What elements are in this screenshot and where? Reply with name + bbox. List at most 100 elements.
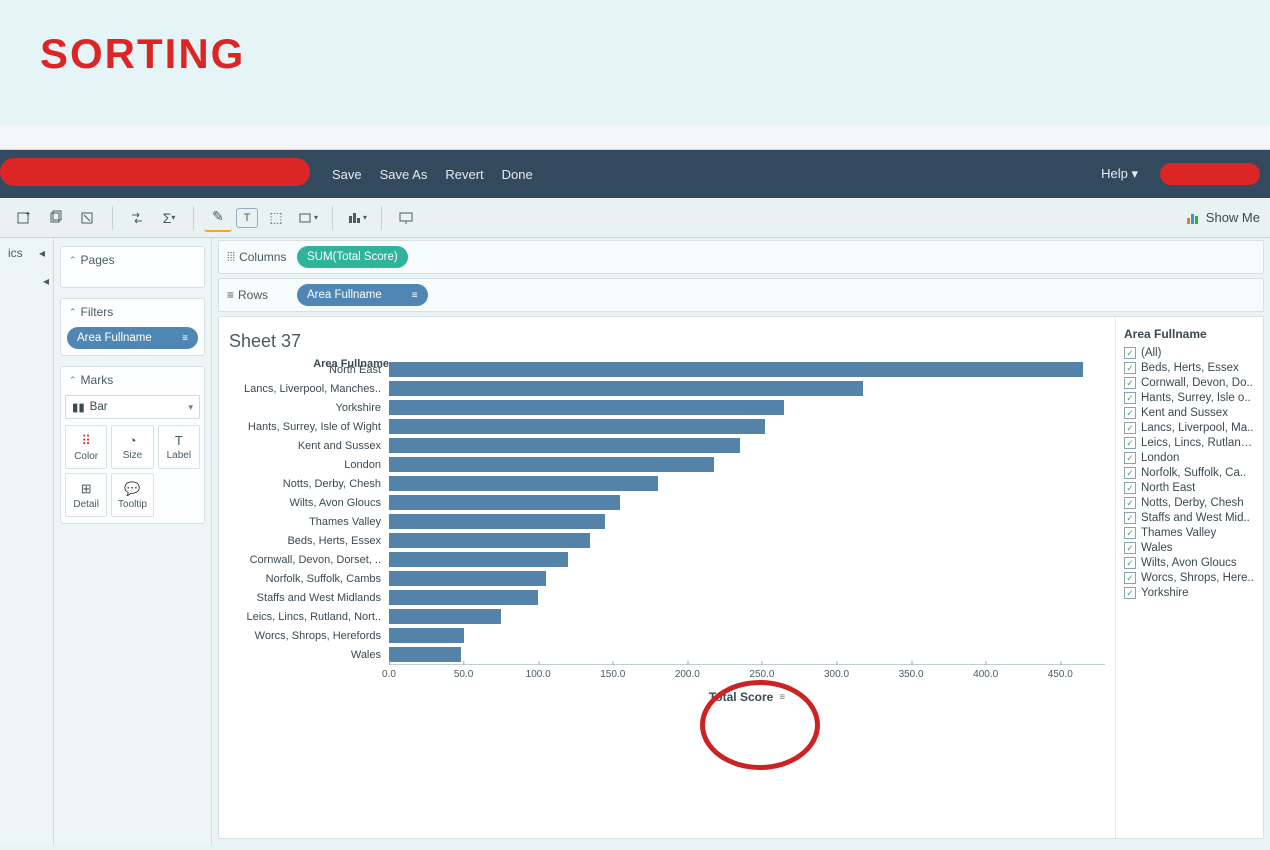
filter-checkbox-item[interactable]: ✓Yorkshire xyxy=(1124,587,1255,599)
bar[interactable] xyxy=(389,647,461,662)
filters-shelf[interactable]: ⌃Filters Area Fullname ≡ xyxy=(60,298,205,356)
filter-checkbox-item[interactable]: ✓London xyxy=(1124,452,1255,464)
visualization[interactable]: Sheet 37 Area Fullname North EastLancs, … xyxy=(219,317,1115,838)
filter-item-label: Worcs, Shrops, Here.. xyxy=(1141,572,1254,584)
columns-pill-sum-total-score[interactable]: SUM(Total Score) xyxy=(297,246,408,268)
bar-icon: ▮▮ xyxy=(72,400,85,414)
filter-checkbox-item[interactable]: ✓ Cornwall, Devon, Do.. xyxy=(1124,377,1255,389)
bar[interactable] xyxy=(389,400,784,415)
app-window: Save Save As Revert Done Help ▾ + Σ▾ ✎ T… xyxy=(0,125,1270,845)
bar[interactable] xyxy=(389,476,658,491)
presentation-button[interactable] xyxy=(392,204,420,232)
filter-checkbox-item[interactable]: ✓Hants, Surrey, Isle o.. xyxy=(1124,392,1255,404)
filter-checkbox-item[interactable]: ✓Beds, Herts, Essex xyxy=(1124,362,1255,374)
checkbox-icon: ✓ xyxy=(1124,377,1136,389)
show-hide-button[interactable]: ▾ xyxy=(343,204,371,232)
bar-label: Norfolk, Suffolk, Cambs xyxy=(229,573,389,585)
filter-checkbox-item[interactable]: ✓Notts, Derby, Chesh xyxy=(1124,497,1255,509)
bar-row[interactable]: Wales xyxy=(229,645,1105,664)
x-axis-title[interactable]: Total Score ≡ xyxy=(389,690,1105,704)
bar-row[interactable]: Norfolk, Suffolk, Cambs xyxy=(229,569,1105,588)
bar-row[interactable]: Leics, Lincs, Rutland, Nort.. xyxy=(229,607,1105,626)
new-worksheet-button[interactable]: + xyxy=(10,204,38,232)
side-panel: ⌃Pages ⌃Filters Area Fullname ≡ ⌃Marks ▮… xyxy=(54,238,212,845)
marks-color-button[interactable]: ⠿Color xyxy=(65,425,107,469)
bar-row[interactable]: Staffs and West Midlands xyxy=(229,588,1105,607)
filter-checkbox-item[interactable]: ✓ Worcs, Shrops, Here.. xyxy=(1124,572,1255,584)
bar-row[interactable]: Notts, Derby, Chesh xyxy=(229,474,1105,493)
columns-shelf[interactable]: ⦙⦙⦙Columns SUM(Total Score) xyxy=(218,240,1264,274)
fit-button[interactable]: ▾ xyxy=(294,204,322,232)
text-tool-button[interactable]: T xyxy=(236,208,258,228)
bar[interactable] xyxy=(389,571,546,586)
swap-button[interactable] xyxy=(123,204,151,232)
filter-item-label: Cornwall, Devon, Do.. xyxy=(1141,377,1253,389)
bar[interactable] xyxy=(389,590,538,605)
marks-label-button[interactable]: TLabel xyxy=(158,425,200,469)
bar[interactable] xyxy=(389,552,568,567)
filter-checkbox-item[interactable]: ✓Staffs and West Mid.. xyxy=(1124,512,1255,524)
highlight-button[interactable]: ✎ xyxy=(204,204,232,232)
menu-help[interactable]: Help ▾ xyxy=(1101,166,1138,182)
bar-row[interactable]: Cornwall, Devon, Dorset, .. xyxy=(229,550,1105,569)
filter-checkbox-item[interactable]: ✓North East xyxy=(1124,482,1255,494)
marks-size-button[interactable]: ◔Size xyxy=(111,425,153,469)
marks-tooltip-button[interactable]: 💬Tooltip xyxy=(111,473,153,517)
filter-checkbox-item[interactable]: ✓Lancs, Liverpool, Ma.. xyxy=(1124,422,1255,434)
checkbox-icon: ✓ xyxy=(1124,572,1136,584)
filter-card-panel[interactable]: Area Fullname ✓(All)✓Beds, Herts, Essex✓… xyxy=(1115,317,1263,838)
totals-button[interactable]: Σ▾ xyxy=(155,204,183,232)
filter-checkbox-item[interactable]: ✓Wilts, Avon Gloucs xyxy=(1124,557,1255,569)
collapse-icon[interactable]: ◂ xyxy=(39,246,45,260)
bar[interactable] xyxy=(389,419,765,434)
mark-type-dropdown[interactable]: ▮▮ Bar ▾ xyxy=(65,395,200,419)
bar-row[interactable]: Beds, Herts, Essex xyxy=(229,531,1105,550)
bar[interactable] xyxy=(389,362,1083,377)
filter-item-label: Staffs and West Mid.. xyxy=(1141,512,1250,524)
bar[interactable] xyxy=(389,381,863,396)
bar-row[interactable]: Yorkshire xyxy=(229,398,1105,417)
bar[interactable] xyxy=(389,457,714,472)
bar-row[interactable]: Kent and Sussex xyxy=(229,436,1105,455)
filter-checkbox-item[interactable]: ✓Wales xyxy=(1124,542,1255,554)
clear-button[interactable] xyxy=(74,204,102,232)
filter-checkbox-item[interactable]: ✓Leics, Lincs, Rutland,.. xyxy=(1124,437,1255,449)
collapse-icon-2[interactable]: ◂ xyxy=(43,274,49,288)
bar[interactable] xyxy=(389,495,620,510)
x-axis[interactable]: 0.050.0100.0150.0200.0250.0300.0350.0400… xyxy=(389,664,1105,686)
bar-row[interactable]: Lancs, Liverpool, Manches.. xyxy=(229,379,1105,398)
bar-row[interactable]: Thames Valley xyxy=(229,512,1105,531)
filter-item-label: Kent and Sussex xyxy=(1141,407,1228,419)
filter-pill-area-fullname[interactable]: Area Fullname ≡ xyxy=(67,327,198,349)
bar[interactable] xyxy=(389,628,464,643)
filter-checkbox-item[interactable]: ✓Norfolk, Suffolk, Ca.. xyxy=(1124,467,1255,479)
marks-detail-button[interactable]: ⊞Detail xyxy=(65,473,107,517)
data-pane-collapsed[interactable]: ics◂ ◂ xyxy=(0,238,54,845)
bar[interactable] xyxy=(389,514,605,529)
bar-chart[interactable]: Area Fullname North EastLancs, Liverpool… xyxy=(229,360,1105,664)
menu-save-as[interactable]: Save As xyxy=(380,167,428,182)
bar[interactable] xyxy=(389,438,740,453)
rows-shelf[interactable]: ≡Rows Area Fullname ≡ xyxy=(218,278,1264,312)
rows-pill-area-fullname[interactable]: Area Fullname ≡ xyxy=(297,284,428,306)
bar-row[interactable]: Hants, Surrey, Isle of Wight xyxy=(229,417,1105,436)
bar-row[interactable]: Wilts, Avon Gloucs xyxy=(229,493,1105,512)
menu-revert[interactable]: Revert xyxy=(445,167,483,182)
bar[interactable] xyxy=(389,609,501,624)
duplicate-button[interactable] xyxy=(42,204,70,232)
sheet-title[interactable]: Sheet 37 xyxy=(229,331,1105,352)
axis-tick: 300.0 xyxy=(824,665,849,680)
pages-shelf[interactable]: ⌃Pages xyxy=(60,246,205,288)
filter-checkbox-item[interactable]: ✓Kent and Sussex xyxy=(1124,407,1255,419)
bar[interactable] xyxy=(389,533,590,548)
axis-tick: 450.0 xyxy=(1048,665,1073,680)
menu-done[interactable]: Done xyxy=(502,167,533,182)
axis-tick: 250.0 xyxy=(749,665,774,680)
bar-row[interactable]: Worcs, Shrops, Herefords xyxy=(229,626,1105,645)
bar-row[interactable]: London xyxy=(229,455,1105,474)
menu-save[interactable]: Save xyxy=(332,167,362,182)
filter-checkbox-item[interactable]: ✓(All) xyxy=(1124,347,1255,359)
filter-checkbox-item[interactable]: ✓Thames Valley xyxy=(1124,527,1255,539)
show-me-button[interactable]: Show Me xyxy=(1186,210,1260,225)
format-button[interactable]: ⬚ xyxy=(262,204,290,232)
